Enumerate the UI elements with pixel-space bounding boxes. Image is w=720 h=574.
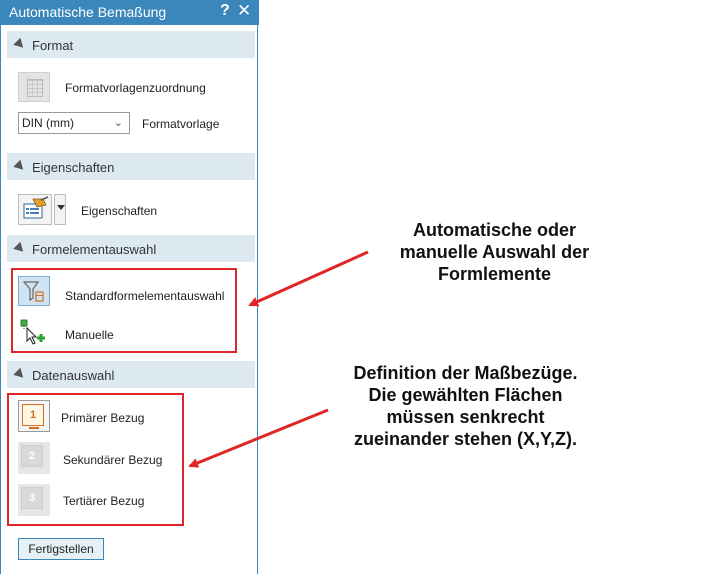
collapse-triangle-icon: [13, 241, 27, 256]
properties-label: Eigenschaften: [81, 204, 158, 218]
annotation-feature-selection: Automatische oder manuelle Auswahl der F…: [372, 219, 617, 285]
properties-dropdown-button[interactable]: [54, 194, 66, 225]
annotation-line: Automatische oder: [412, 220, 577, 240]
help-icon[interactable]: ?: [220, 2, 230, 20]
arrow-to-feature-selection: [248, 250, 369, 307]
annotation-line: zueinander stehen (X,Y,Z).: [353, 429, 578, 449]
section-properties-label: Eigenschaften: [32, 160, 115, 175]
format-template-label: Formatvorlage: [142, 117, 220, 131]
annotation-line: Die gewählten Flächen: [368, 385, 563, 405]
panel-title: Automatische Bemaßung: [9, 4, 167, 20]
section-format-label: Format: [32, 38, 74, 53]
annotation-line: Formlemente: [437, 264, 552, 284]
section-feature-selection-header[interactable]: Formelementauswahl: [7, 235, 255, 262]
caret-down-icon: [57, 205, 65, 210]
format-template-value: DIN (mm): [22, 116, 74, 130]
section-feature-selection-label: Formelementauswahl: [32, 242, 157, 257]
collapse-triangle-icon: [13, 37, 27, 52]
template-assignment-label: Formatvorlagenzuordnung: [65, 81, 206, 95]
chevron-down-icon: ⌄: [113, 117, 123, 129]
section-data-selection-label: Datenauswahl: [32, 368, 115, 383]
close-icon[interactable]: ✕: [237, 1, 251, 21]
feature-selection-highlight: [11, 268, 237, 353]
annotation-line: müssen senkrecht: [386, 407, 545, 427]
properties-icon: [23, 196, 49, 219]
properties-button[interactable]: [18, 194, 52, 225]
panel-titlebar: Automatische Bemaßung ? ✕: [1, 0, 259, 25]
finish-button[interactable]: Fertigstellen: [18, 538, 104, 560]
grid-table-icon: [27, 79, 43, 97]
collapse-triangle-icon: [13, 367, 27, 382]
annotation-line: manuelle Auswahl der: [399, 242, 590, 262]
annotation-data-selection: Definition der Maßbezüge. Die gewählten …: [318, 362, 613, 450]
collapse-triangle-icon: [13, 159, 27, 174]
data-selection-highlight: [7, 393, 184, 526]
annotation-line: Definition der Maßbezüge.: [353, 363, 578, 383]
template-assignment-button[interactable]: [18, 72, 50, 102]
format-template-select[interactable]: DIN (mm) ⌄: [18, 112, 130, 134]
section-data-selection-header[interactable]: Datenauswahl: [7, 361, 255, 388]
section-properties-header[interactable]: Eigenschaften: [7, 153, 255, 180]
section-format-header[interactable]: Format: [7, 31, 255, 58]
